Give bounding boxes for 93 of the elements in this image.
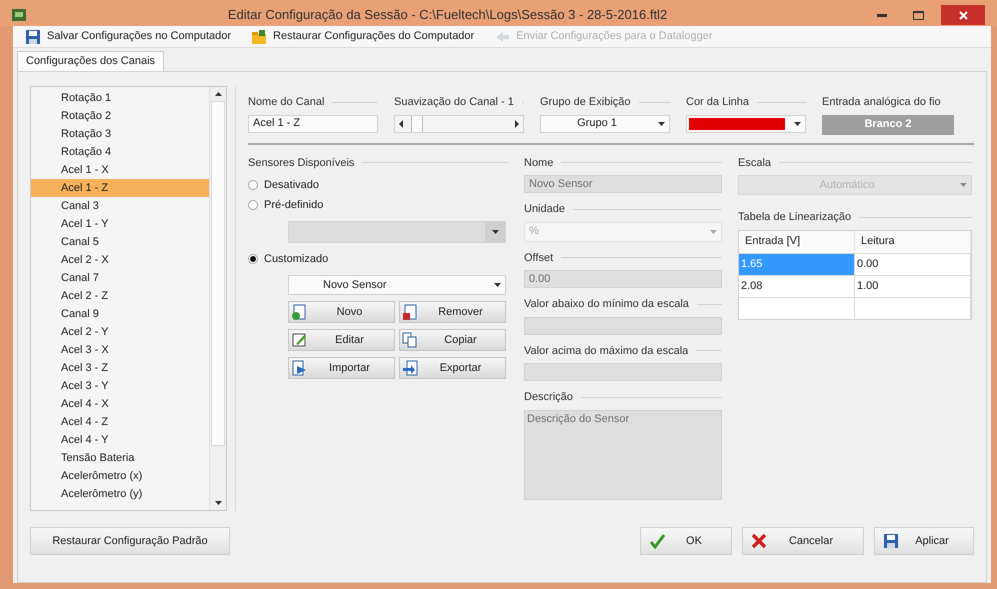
- close-button[interactable]: [941, 5, 985, 25]
- caret-icon: [658, 122, 664, 126]
- tab[interactable]: Configurações dos Canais: [17, 51, 164, 71]
- slider-thumb[interactable]: [411, 116, 424, 132]
- folder-icon: [251, 28, 268, 44]
- field-label: Nome do Canal: [248, 95, 324, 110]
- field-label: Suavização do Canal - 1: [394, 95, 514, 110]
- window-title: Editar Configuração da Sessão - C:\Fueltech\Logs\Sessão 3 - 28-5-2016.ftl2: [226, 6, 668, 24]
- group-label: Sensores Disponíveis: [248, 156, 354, 170]
- list-item[interactable]: Acel 4 - Z: [31, 413, 209, 431]
- caret-icon: [710, 230, 716, 234]
- close-icon: [751, 533, 767, 549]
- dialog-button[interactable]: Aplicar: [874, 527, 974, 555]
- list-item[interactable]: Acel 4 - X: [31, 395, 209, 413]
- restore-defaults-button[interactable]: Restaurar Configuração Padrão: [30, 527, 230, 555]
- radio-option[interactable]: Pré-definido: [248, 195, 508, 215]
- document-cross-icon: [402, 304, 418, 320]
- caret-icon: [494, 283, 500, 287]
- field-label: Grupo de Exibição: [540, 95, 630, 110]
- table-cell[interactable]: 0.00: [855, 254, 971, 274]
- list-item[interactable]: Acel 2 - Z: [31, 287, 209, 305]
- caret-icon: [492, 230, 498, 234]
- text-area[interactable]: Descrição do Sensor: [524, 410, 722, 500]
- sensor-button[interactable]: Novo: [288, 301, 395, 323]
- list-item[interactable]: Acel 1 - Z: [31, 179, 209, 197]
- input-field[interactable]: 0.00: [524, 270, 722, 288]
- input-field[interactable]: [524, 363, 722, 381]
- radio-option[interactable]: Desativado: [248, 175, 508, 195]
- field-label: Valor acima do máximo da escala: [524, 344, 688, 358]
- sensor-button[interactable]: Editar: [288, 329, 395, 351]
- table-cell[interactable]: 2.08: [739, 276, 855, 296]
- list-item[interactable]: Rotação 1: [31, 89, 209, 107]
- field-label: Cor da Linha: [686, 95, 749, 110]
- list-item[interactable]: Rotação 4: [31, 143, 209, 161]
- document-plus-icon: [291, 304, 307, 320]
- sensor-button[interactable]: Copiar: [399, 329, 506, 351]
- input-field[interactable]: Acel 1 - Z: [248, 114, 378, 132]
- table-cell[interactable]: [739, 298, 855, 318]
- list-item[interactable]: Acel 4 - Y: [31, 431, 209, 449]
- field-label: Descrição: [524, 390, 573, 405]
- color-dropdown[interactable]: [686, 114, 806, 132]
- dialog-button[interactable]: Cancelar: [742, 527, 864, 555]
- dropdown[interactable]: Grupo 1: [540, 114, 670, 132]
- slider[interactable]: [394, 114, 524, 132]
- list-item[interactable]: Acel 3 - X: [31, 341, 209, 359]
- field-label: Escala: [738, 156, 772, 170]
- list-item[interactable]: Rotação 3: [31, 125, 209, 143]
- field-label: Entrada analógica do fio: [822, 95, 942, 110]
- export-icon: [402, 360, 418, 376]
- list-item[interactable]: Canal 9: [31, 305, 209, 323]
- field-label: Valor abaixo do mínimo da escala: [524, 297, 689, 312]
- list-item[interactable]: Acel 2 - X: [31, 251, 209, 269]
- input-field[interactable]: Novo Sensor: [524, 175, 722, 193]
- group-label: Tabela de Linearização: [738, 210, 852, 225]
- input-field[interactable]: [524, 316, 722, 334]
- sensor-button[interactable]: Exportar: [399, 357, 506, 379]
- column-header: Entrada [V]: [739, 230, 855, 252]
- field-label: Offset: [524, 250, 554, 266]
- list-item[interactable]: Acel 1 - Y: [31, 215, 209, 233]
- list-item[interactable]: Canal 5: [31, 233, 209, 251]
- list-item[interactable]: Acel 3 - Z: [31, 359, 209, 377]
- table-cell[interactable]: 1.00: [855, 276, 971, 296]
- close-icon: [958, 10, 968, 20]
- list-item[interactable]: Acelerômetro (y): [31, 485, 209, 503]
- radio-option[interactable]: Customizado: [248, 249, 508, 269]
- column-header: Leitura: [855, 230, 971, 252]
- list-item[interactable]: Rotação 2: [31, 107, 209, 125]
- checkmark-icon: [649, 533, 665, 549]
- copy-icon: [402, 332, 418, 348]
- sensor-button[interactable]: Importar: [288, 357, 395, 379]
- minimize-icon: [877, 14, 887, 16]
- list-item[interactable]: Acel 2 - Y: [31, 323, 209, 341]
- caret-icon: [794, 122, 800, 126]
- caret-icon: [960, 183, 966, 187]
- list-item[interactable]: Acelerômetro (x): [31, 467, 209, 485]
- field-label: Nome: [524, 156, 554, 170]
- field-label: Unidade: [524, 202, 565, 217]
- list-item[interactable]: Canal 3: [31, 197, 209, 215]
- list-item[interactable]: Acel 3 - Y: [31, 377, 209, 395]
- list-item[interactable]: Canal 7: [31, 269, 209, 287]
- toolbar-button[interactable]: Salvar Configurações no Computador: [21, 28, 236, 45]
- sensor-button[interactable]: Remover: [399, 301, 506, 323]
- dialog-button[interactable]: OK: [640, 527, 732, 555]
- app-icon: [12, 9, 26, 21]
- table-cell[interactable]: [855, 298, 971, 318]
- list-item[interactable]: Acel 1 - X: [31, 161, 209, 179]
- maximize-icon: [912, 10, 924, 20]
- list-item[interactable]: Tensão Bateria: [31, 449, 209, 467]
- toolbar-button[interactable]: Restaurar Configurações do Computador: [247, 28, 478, 45]
- scrollbar[interactable]: [209, 87, 226, 510]
- dropdown[interactable]: Novo Sensor: [288, 275, 506, 295]
- import-icon: [291, 360, 307, 376]
- pencil-icon: [291, 332, 307, 348]
